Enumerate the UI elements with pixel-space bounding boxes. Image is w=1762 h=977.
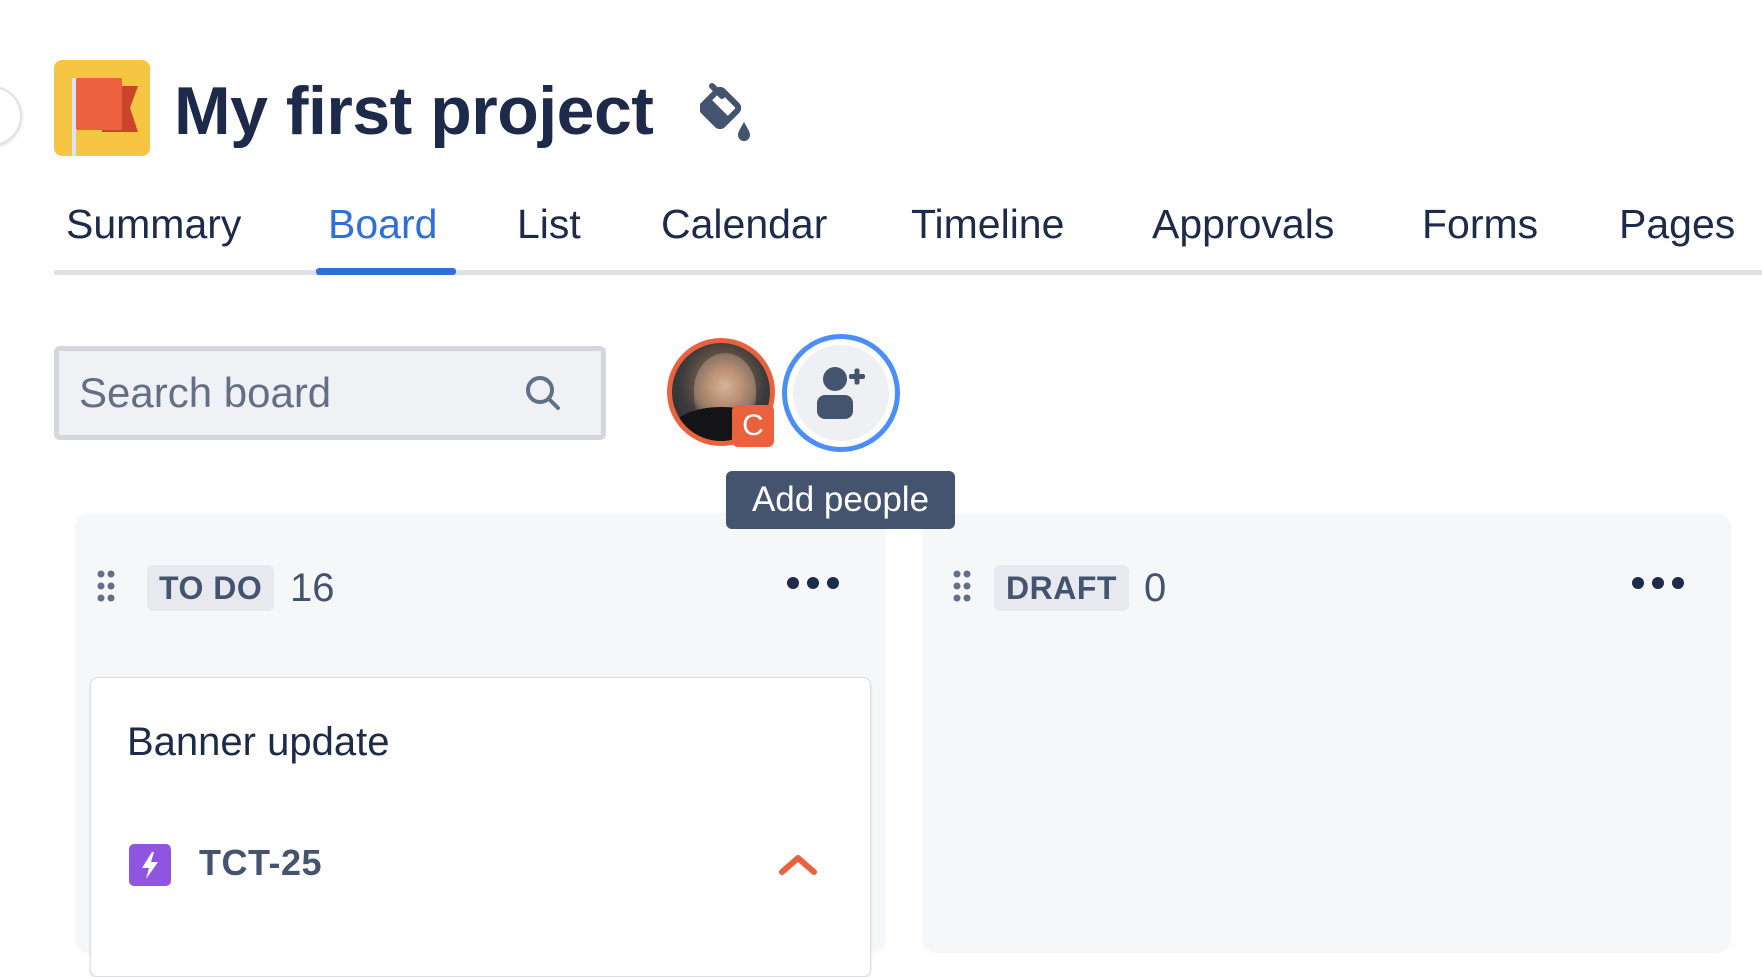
drag-handle-icon[interactable] [952, 569, 972, 603]
column-issue-count: 16 [290, 566, 335, 610]
more-options-icon[interactable] [1628, 571, 1688, 595]
issue-title: Banner update [127, 720, 390, 764]
search-icon [526, 376, 560, 410]
search-input[interactable] [79, 351, 519, 435]
tab-approvals[interactable]: Approvals [1152, 192, 1334, 272]
project-tabs: Summary Board List Calendar Timeline App… [54, 192, 1762, 272]
tab-pages[interactable]: Pages [1619, 192, 1735, 272]
tabs-divider [54, 270, 1762, 275]
tab-forms[interactable]: Forms [1422, 192, 1538, 272]
column-title: DRAFT [994, 565, 1129, 611]
paint-bucket-icon[interactable] [698, 82, 754, 142]
add-people-tooltip: Add people [726, 471, 955, 529]
column-issue-count: 0 [1144, 566, 1167, 610]
active-tab-indicator [316, 268, 456, 275]
tab-calendar[interactable]: Calendar [661, 192, 827, 272]
search-board-field[interactable] [54, 346, 606, 440]
issue-key[interactable]: TCT-25 [199, 842, 322, 884]
sidebar-toggle-button[interactable] [0, 86, 22, 146]
issue-card[interactable]: Banner update TCT-25 [90, 677, 871, 977]
project-avatar-flag-icon [54, 60, 150, 156]
add-user-icon [817, 367, 865, 419]
project-title: My first project [174, 73, 654, 149]
epic-lightning-icon [129, 844, 171, 886]
tab-board[interactable]: Board [328, 192, 437, 272]
column-title: TO DO [147, 565, 275, 611]
board-column-draft: DRAFT 0 [922, 513, 1731, 953]
avatar-badge: C [732, 405, 774, 447]
add-people-button-bg [793, 345, 889, 441]
priority-high-chevron-up-icon [779, 855, 817, 875]
tab-summary[interactable]: Summary [66, 192, 241, 272]
drag-handle-icon[interactable] [96, 569, 116, 603]
more-options-icon[interactable] [783, 571, 843, 595]
tab-timeline[interactable]: Timeline [911, 192, 1064, 272]
add-people-button[interactable] [782, 334, 900, 452]
tab-list[interactable]: List [517, 192, 581, 272]
